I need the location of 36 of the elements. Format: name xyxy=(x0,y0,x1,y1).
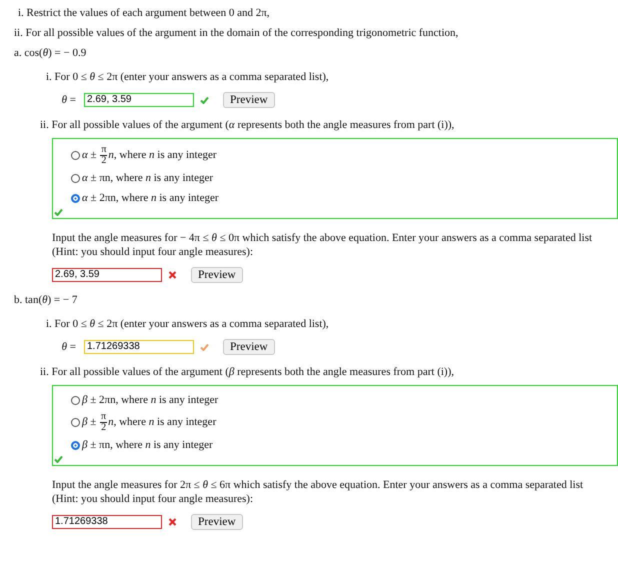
question-prompt: i. For 0 ≤ θ ≤ 2π (enter your answers as a comma separated list), xyxy=(46,70,330,84)
preview-button[interactable]: Preview xyxy=(191,514,243,530)
radio-button[interactable] xyxy=(71,440,80,450)
question-prompt: Input the angle measures for − 4π ≤ θ ≤ 0π which satisfy the above equation. Enter your answers as a comma separated list (Hint: you should input four angle measures): xyxy=(52,231,594,259)
checkmark-icon xyxy=(200,343,209,351)
question-prompt: i. For 0 ≤ θ ≤ 2π (enter your answers as a comma separated list), xyxy=(46,317,330,331)
radio-button[interactable] xyxy=(71,174,80,182)
preview-button[interactable]: Preview xyxy=(191,267,243,283)
instruction-text: ii. For all possible values of the argument in the domain of the corresponding trigonometric function, xyxy=(14,26,460,40)
checkmark-icon xyxy=(200,96,209,104)
equation-heading: a. cos(θ) = − 0.9 xyxy=(14,46,88,60)
cross-icon xyxy=(168,271,177,279)
checkmark-icon xyxy=(54,455,63,463)
radio-button[interactable] xyxy=(71,194,80,202)
variable-label: θ = xyxy=(60,341,77,353)
choice-label[interactable]: α ± πn, where n is any integer xyxy=(82,170,214,186)
question-prompt: ii. For all possible values of the argument (α represents both the angle measures from part (i)), xyxy=(40,118,456,132)
choice-label[interactable]: β ± 2πn, where n is any integer xyxy=(82,392,218,408)
cross-icon xyxy=(168,518,177,526)
answer-field[interactable]: 1.71269338 xyxy=(84,340,194,354)
preview-button[interactable]: Preview xyxy=(223,92,275,108)
checkmark-icon xyxy=(54,208,63,216)
question-prompt: ii. For all possible values of the argument (β represents both the angle measures from part (i)), xyxy=(40,365,456,379)
instruction-text: i. Restrict the values of each argument between 0 and 2π, xyxy=(17,6,271,20)
variable-label: θ = xyxy=(60,94,77,106)
radio-button[interactable] xyxy=(71,418,80,427)
answer-field[interactable]: 2.69, 3.59 xyxy=(52,268,162,282)
answer-field[interactable]: 1.71269338 xyxy=(52,515,162,529)
choice-label[interactable]: α ± 2πn, where n is any integer xyxy=(82,190,219,206)
equation-heading: b. tan(θ) = − 7 xyxy=(14,293,78,307)
radio-button[interactable] xyxy=(71,396,80,404)
radio-button[interactable] xyxy=(71,151,80,160)
choice-label[interactable]: β ± πn, where n is any integer xyxy=(82,437,213,453)
preview-button[interactable]: Preview xyxy=(223,339,275,355)
answer-field[interactable]: 2.69, 3.59 xyxy=(84,93,194,107)
question-prompt: Input the angle measures for 2π ≤ θ ≤ 6π which satisfy the above equation. Enter your answers as a comma separated list (Hint: you should input four angle measures): xyxy=(52,478,584,506)
